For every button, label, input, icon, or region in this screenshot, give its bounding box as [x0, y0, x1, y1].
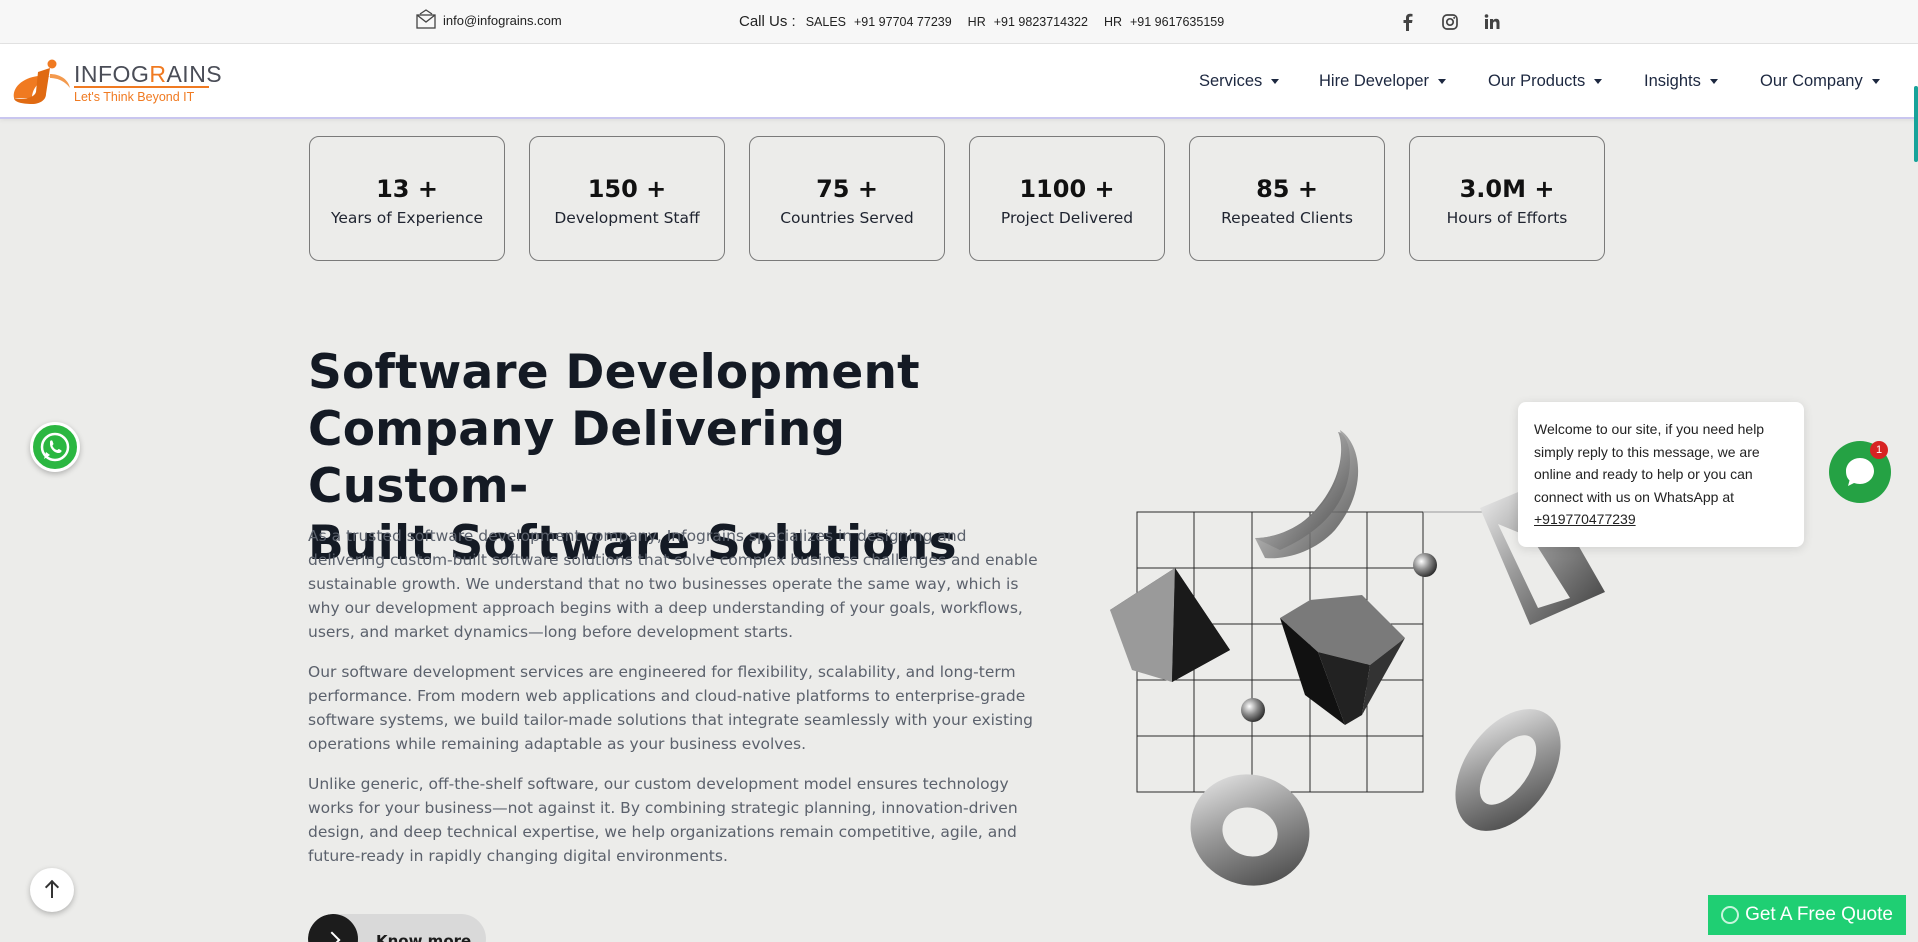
contact-number: +91 9823714322: [993, 15, 1088, 29]
nav-our-products[interactable]: Our Products: [1488, 72, 1603, 91]
nav-label: Our Products: [1488, 72, 1586, 90]
stat-value: 75 +: [816, 175, 878, 203]
nav-hire-developer[interactable]: Hire Developer: [1319, 72, 1447, 91]
logo-name-accent: R: [149, 61, 167, 87]
email-link[interactable]: info@infograins.com: [415, 9, 562, 31]
hero-paragraph-1: As a trusted software development compan…: [308, 527, 1038, 641]
stat-value: 85 +: [1256, 175, 1318, 203]
know-more-label: Know more: [376, 932, 472, 942]
chat-phone-link[interactable]: +919770477239: [1534, 511, 1636, 527]
chat-icon: [1721, 906, 1740, 924]
chevron-down-icon: [1271, 79, 1280, 84]
chevron-down-icon: [1594, 79, 1603, 84]
main-header: INFOGRAINS Let's Think Beyond IT Service…: [0, 44, 1918, 119]
nav-label: Our Company: [1760, 72, 1863, 90]
logo-name-part: INFOG: [74, 61, 150, 87]
know-more-button[interactable]: Know more: [308, 914, 486, 942]
whatsapp-float-button[interactable]: [30, 422, 80, 472]
contact-hr-1[interactable]: HR +91 9823714322: [968, 15, 1088, 29]
hero-paragraph-2: Our software development services are en…: [308, 663, 1034, 753]
get-free-quote-button[interactable]: Get A Free Quote: [1708, 895, 1906, 935]
logo-tagline: Let's Think Beyond IT: [74, 86, 209, 105]
stat-label: Countries Served: [780, 209, 914, 227]
contact-hr-2[interactable]: HR +91 9617635159: [1104, 15, 1224, 29]
contact-sales[interactable]: SALES +91 97704 77239: [806, 15, 952, 29]
unread-badge: 1: [1870, 441, 1888, 459]
envelope-icon: [416, 9, 436, 29]
company-logo[interactable]: INFOGRAINS Let's Think Beyond IT: [10, 58, 222, 106]
nav-label: Insights: [1644, 72, 1701, 90]
chat-message: Welcome to our site, if you need help si…: [1534, 421, 1765, 505]
stat-card: 85 + Repeated Clients: [1189, 136, 1385, 261]
small-sphere-shape: [1413, 553, 1437, 577]
email-text: info@infograins.com: [443, 12, 562, 28]
hero-paragraph-3: Unlike generic, off-the-shelf software, …: [308, 775, 1018, 865]
hero-title-line: Software Development: [308, 345, 920, 400]
stat-card: 1100 + Project Delivered: [969, 136, 1165, 261]
call-us-label: Call Us :: [739, 13, 796, 30]
logo-mark-icon: [13, 59, 70, 104]
stat-card: 13 + Years of Experience: [309, 136, 505, 261]
quote-label: Get A Free Quote: [1745, 904, 1893, 925]
stat-card: 75 + Countries Served: [749, 136, 945, 261]
stat-value: 13 +: [376, 175, 438, 203]
call-us: Call Us : SALES +91 97704 77239 HR +91 982…: [739, 13, 1240, 30]
stat-label: Hours of Efforts: [1446, 209, 1568, 227]
scrollbar-thumb[interactable]: [1914, 86, 1918, 162]
stat-card: 150 + Development Staff: [529, 136, 725, 261]
contact-key: SALES: [805, 15, 846, 29]
linkedin-icon[interactable]: [1482, 11, 1502, 38]
chat-welcome-popup[interactable]: Welcome to our site, if you need help si…: [1518, 402, 1804, 547]
contact-number: +91 9617635159: [1130, 15, 1225, 29]
small-sphere-shape: [1241, 698, 1265, 722]
nav-label: Hire Developer: [1319, 72, 1430, 90]
contact-key: HR: [967, 15, 986, 29]
nav-label: Services: [1199, 72, 1263, 90]
back-to-top-button[interactable]: [30, 868, 74, 912]
nav-our-company[interactable]: Our Company: [1760, 72, 1880, 91]
hero-title-line: Company Delivering Custom-: [308, 402, 846, 514]
stat-label: Development Staff: [554, 209, 700, 227]
facebook-icon[interactable]: [1398, 11, 1418, 38]
stat-label: Years of Experience: [330, 209, 484, 227]
chevron-down-icon: [1871, 79, 1880, 84]
stat-card: 3.0M + Hours of Efforts: [1409, 136, 1605, 261]
arrow-right-icon: [308, 914, 358, 942]
stat-label: Project Delivered: [1000, 209, 1134, 227]
stat-label: Repeated Clients: [1221, 209, 1353, 227]
contact-key: HR: [1103, 15, 1122, 29]
instagram-icon[interactable]: [1440, 11, 1460, 38]
logo-name-part: AINS: [166, 61, 223, 87]
top-contact-bar: info@infograins.com Call Us : SALES +91 9…: [0, 0, 1918, 44]
chevron-down-icon: [1709, 79, 1718, 84]
nav-services[interactable]: Services: [1199, 72, 1280, 91]
stat-value: 3.0M +: [1459, 175, 1555, 203]
nav-insights[interactable]: Insights: [1644, 72, 1718, 91]
stat-value: 1100 +: [1019, 175, 1115, 203]
logo-name: INFOGRAINS: [74, 62, 222, 86]
chevron-down-icon: [1438, 79, 1447, 84]
whatsapp-icon: [40, 432, 70, 462]
logo-text: INFOGRAINS Let's Think Beyond IT: [74, 62, 222, 105]
contact-number: +91 97704 77239: [854, 15, 952, 29]
stat-value: 150 +: [587, 175, 667, 203]
